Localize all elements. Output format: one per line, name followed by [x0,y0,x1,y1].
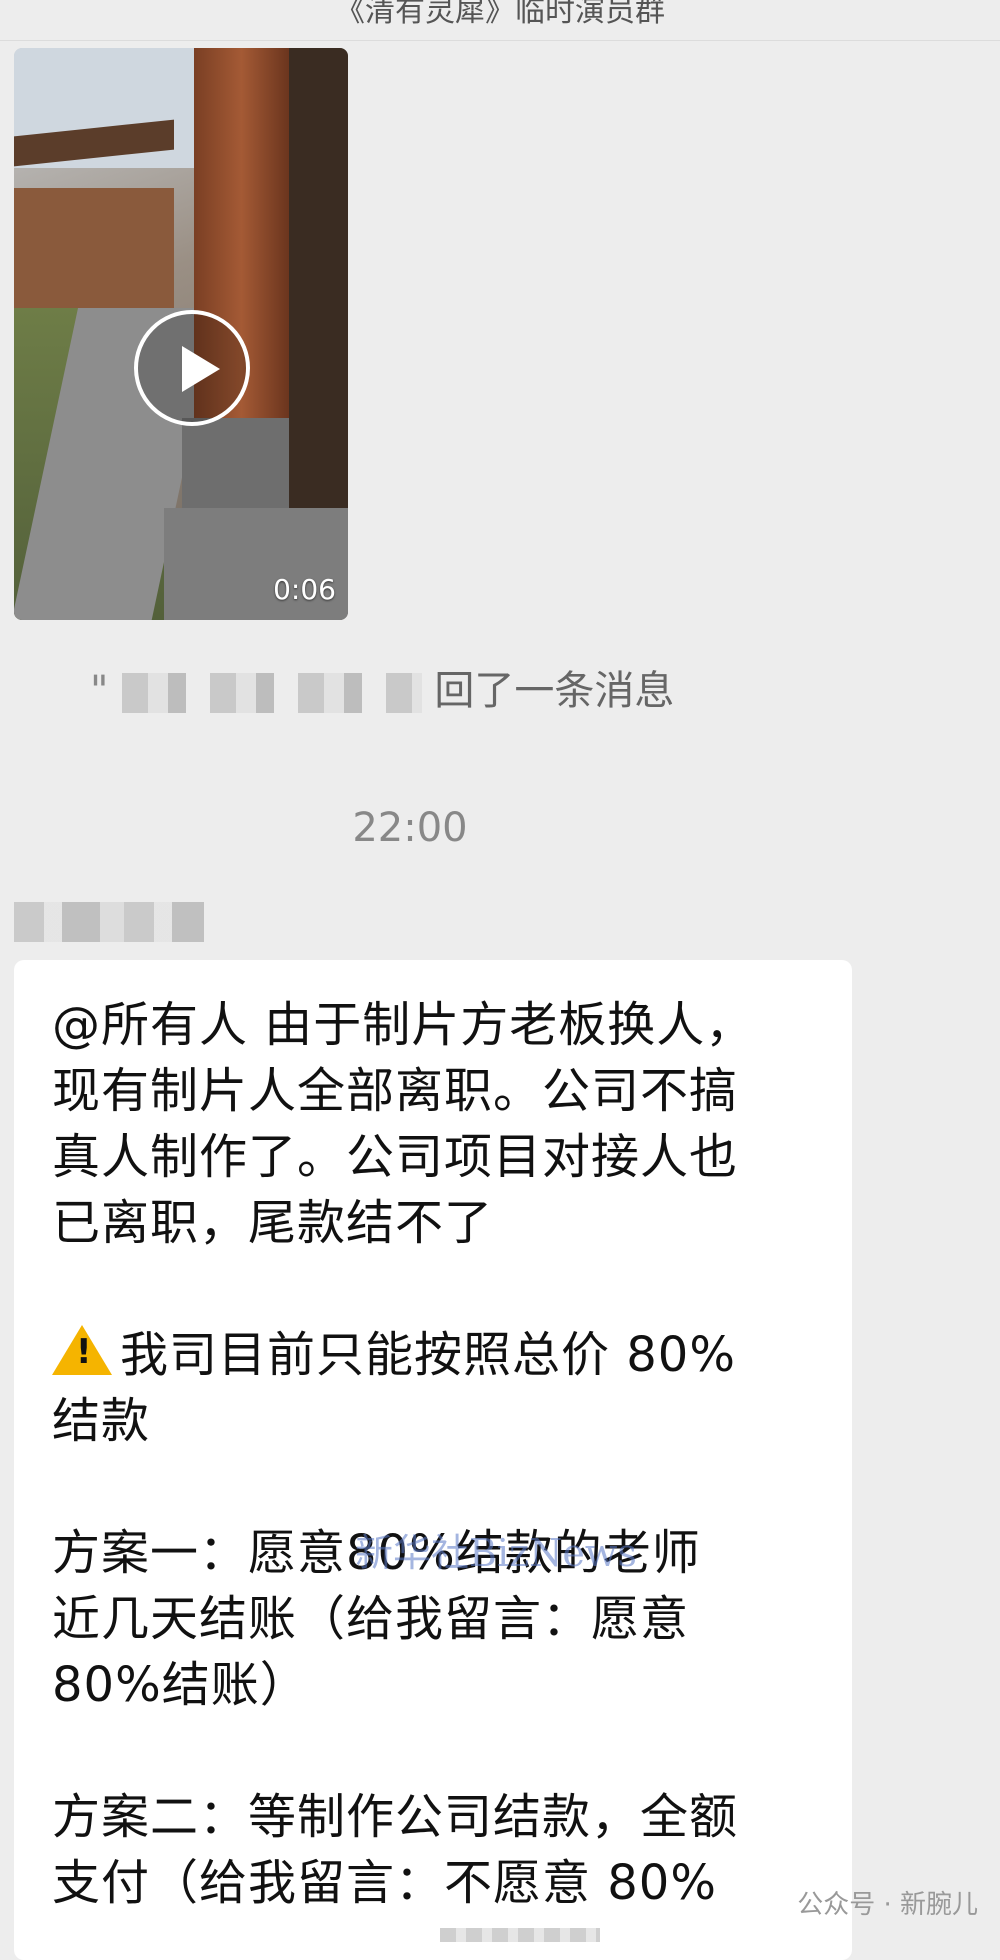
recall-text: 回了一条消息 [434,668,675,714]
message-line: 方案二：等制作公司结款，全额 [52,1789,739,1845]
footer-watermark-blurred [440,1928,600,1942]
warning-icon [52,1325,112,1375]
overlay-watermark: 新华社BizNews [355,1531,637,1575]
recall-notice: " 回了一条消息 [90,665,750,717]
video-duration: 0:06 [273,573,336,606]
message-line: @所有人 由于制片方老板换人， [52,997,755,1053]
redacted-sender-name [14,902,204,942]
message-line: 现有制片人全部离职。公司不搞 [52,1063,739,1119]
message-line: 近几天结账（给我留言：愿意 [52,1591,690,1647]
message-line-text: 我司目前只能按照总价 80% [120,1327,736,1383]
play-icon [182,346,220,392]
message-line-warning: 我司目前只能按照总价 80% [52,1322,822,1388]
message-line: 结款 [52,1393,151,1449]
footer-watermark: 公众号 · 新腕儿 [797,1890,978,1920]
message-timestamp: 22:00 [352,805,468,851]
video-thumbnail-building [14,188,174,308]
chat-title: 《清有灵犀》临时演员群 [335,0,665,29]
video-message[interactable]: 0:06 [14,48,348,620]
play-button[interactable] [134,310,250,426]
message-line: 真人制作了。公司项目对接人也 [52,1129,739,1185]
redacted-name [122,673,423,713]
message-bubble[interactable]: @所有人 由于制片方老板换人， 现有制片人全部离职。公司不搞 真人制作了。公司项… [14,960,852,1960]
message-line: 已离职，尾款结不了 [52,1195,494,1251]
video-thumbnail-door [289,48,348,508]
chat-header: 《清有灵犀》临时演员群 [0,0,1000,41]
message-line: 支付（给我留言：不愿意 80% [52,1855,717,1911]
recall-quote: " [90,668,109,714]
message-line: 80%结账） [52,1657,309,1713]
